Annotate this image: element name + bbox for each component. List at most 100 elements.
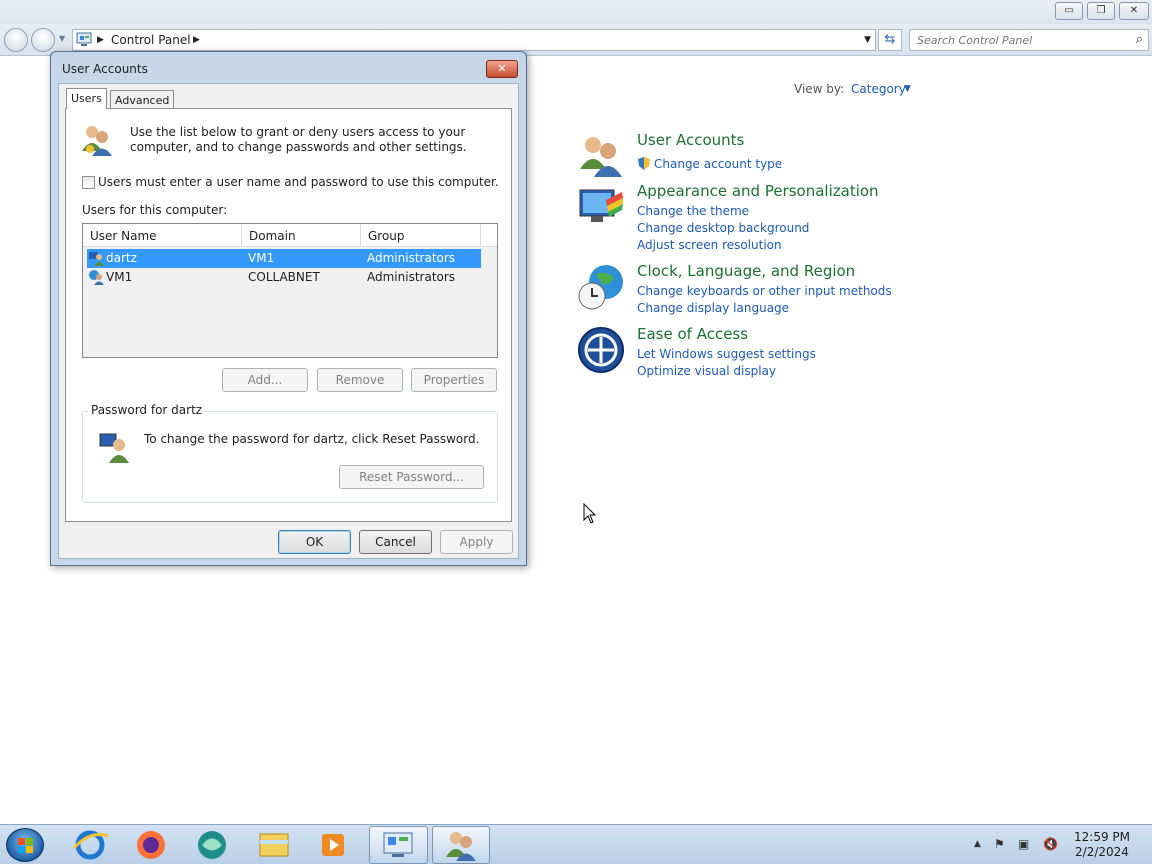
address-bar[interactable]: ▶ Control Panel ▶ ▼ bbox=[72, 29, 876, 51]
table-row[interactable]: VM1 COLLABNET Administrators bbox=[87, 268, 481, 287]
category-title[interactable]: User Accounts bbox=[637, 131, 744, 149]
title-bar: ▭ ❐ ✕ bbox=[0, 0, 1152, 24]
add-user-button[interactable]: Add... bbox=[222, 368, 308, 392]
properties-button[interactable]: Properties bbox=[411, 368, 497, 392]
volume-muted-icon[interactable]: 🔇 bbox=[1043, 837, 1058, 851]
firefox-icon bbox=[137, 831, 165, 859]
cell-group: Administrators bbox=[367, 270, 456, 284]
category-title[interactable]: Appearance and Personalization bbox=[637, 182, 879, 200]
breadcrumb-separator-icon: ▶ bbox=[97, 35, 104, 45]
users-list-label: Users for this computer: bbox=[82, 203, 228, 217]
cell-user-name: dartz bbox=[106, 251, 137, 265]
search-box[interactable]: ⌕ bbox=[909, 29, 1149, 51]
taskbar-firefox[interactable] bbox=[123, 826, 179, 864]
cell-domain: COLLABNET bbox=[248, 270, 320, 284]
cell-domain: VM1 bbox=[248, 251, 275, 265]
view-by-dropdown[interactable]: Category bbox=[851, 82, 906, 96]
dialog-title: User Accounts bbox=[62, 62, 148, 76]
taskbar-explorer[interactable] bbox=[246, 826, 302, 864]
ok-button[interactable]: OK bbox=[278, 530, 351, 554]
shield-icon bbox=[638, 157, 650, 170]
reset-password-button[interactable]: Reset Password... bbox=[339, 465, 484, 489]
action-center-flag-icon[interactable]: ⚑ bbox=[994, 837, 1005, 851]
user-accounts-icon bbox=[580, 137, 622, 177]
link-adjust-screen-resolution[interactable]: Adjust screen resolution bbox=[637, 238, 782, 252]
remove-user-button[interactable]: Remove bbox=[317, 368, 403, 392]
search-input[interactable] bbox=[910, 30, 1120, 50]
dialog-close-button[interactable]: ✕ bbox=[486, 60, 518, 78]
user-password-icon bbox=[99, 433, 129, 463]
user-accounts-icon bbox=[446, 832, 476, 861]
clock-time: 12:59 PM bbox=[1074, 830, 1130, 844]
taskbar-control-panel[interactable] bbox=[369, 826, 428, 864]
category-ease-of-access: Ease of Access Let Windows suggest setti… bbox=[576, 325, 976, 381]
breadcrumb-chevron-icon[interactable]: ▶ bbox=[193, 35, 200, 45]
appearance-icon bbox=[579, 189, 623, 222]
tab-advanced[interactable]: Advanced bbox=[110, 90, 175, 109]
domain-user-icon bbox=[89, 270, 104, 285]
view-by-label: View by: bbox=[794, 82, 845, 96]
user-accounts-dialog: User Accounts ✕ Users Advanced Use the l… bbox=[50, 51, 527, 566]
category-title[interactable]: Ease of Access bbox=[637, 325, 748, 343]
minimize-button[interactable]: ▭ bbox=[1055, 2, 1083, 20]
show-hidden-icons-icon[interactable]: ▲ bbox=[974, 839, 981, 849]
back-button[interactable] bbox=[4, 28, 28, 52]
forward-button[interactable] bbox=[31, 28, 55, 52]
user-icon bbox=[89, 252, 104, 266]
windows-logo-icon bbox=[18, 838, 33, 853]
password-group-title: Password for dartz bbox=[88, 403, 206, 417]
column-domain[interactable]: Domain bbox=[242, 224, 361, 247]
media-player-icon bbox=[322, 834, 344, 856]
address-dropdown-icon[interactable]: ▼ bbox=[864, 35, 871, 45]
taskbar-internet-explorer[interactable] bbox=[62, 826, 118, 864]
column-user-name[interactable]: User Name bbox=[83, 224, 242, 247]
tab-users[interactable]: Users bbox=[66, 88, 107, 109]
link-change-keyboards[interactable]: Change keyboards or other input methods bbox=[637, 284, 892, 298]
category-title[interactable]: Clock, Language, and Region bbox=[637, 262, 855, 280]
recent-pages-icon[interactable]: ▼ bbox=[59, 34, 65, 43]
apply-button[interactable]: Apply bbox=[440, 530, 513, 554]
taskbar-app[interactable] bbox=[184, 826, 240, 864]
password-instructions: To change the password for dartz, click … bbox=[144, 432, 480, 446]
table-row[interactable]: dartz VM1 Administrators bbox=[87, 249, 481, 268]
intro-text: Use the list below to grant or deny user… bbox=[130, 125, 467, 154]
category-clock-language-region: Clock, Language, and Region Change keybo… bbox=[576, 262, 976, 318]
network-icon[interactable]: ▣ bbox=[1018, 837, 1029, 851]
link-let-windows-suggest-settings[interactable]: Let Windows suggest settings bbox=[637, 347, 816, 361]
link-change-display-language[interactable]: Change display language bbox=[637, 301, 789, 315]
link-change-theme[interactable]: Change the theme bbox=[637, 204, 749, 218]
restore-button[interactable]: ❐ bbox=[1087, 2, 1115, 20]
internet-explorer-icon bbox=[72, 830, 109, 860]
list-header: User Name Domain Group bbox=[83, 224, 497, 247]
require-login-checkbox[interactable] bbox=[82, 176, 95, 189]
dialog-client-area: Users Advanced Use the list below to gra… bbox=[58, 83, 519, 559]
clock[interactable]: 12:59 PM 2/2/2024 bbox=[1062, 830, 1142, 860]
ease-of-access-icon bbox=[578, 327, 624, 373]
link-change-desktop-background[interactable]: Change desktop background bbox=[637, 221, 809, 235]
cancel-button[interactable]: Cancel bbox=[359, 530, 432, 554]
users-list[interactable]: User Name Domain Group dartz VM1 Adminis… bbox=[82, 223, 498, 358]
mouse-cursor-icon bbox=[583, 503, 597, 524]
control-panel-icon bbox=[76, 32, 92, 46]
taskbar-media-player[interactable] bbox=[306, 826, 362, 864]
taskbar-user-accounts[interactable] bbox=[432, 826, 490, 864]
cell-group: Administrators bbox=[367, 251, 456, 265]
folder-icon bbox=[259, 833, 289, 857]
chevron-down-icon[interactable]: ▼ bbox=[904, 84, 911, 94]
clock-globe-icon bbox=[578, 265, 623, 310]
column-group[interactable]: Group bbox=[361, 224, 481, 247]
taskbar: ▲ ⚑ ▣ 🔇 12:59 PM 2/2/2024 bbox=[0, 824, 1152, 864]
users-icon bbox=[82, 126, 112, 156]
close-window-button[interactable]: ✕ bbox=[1119, 2, 1149, 20]
users-tab-panel: Use the list below to grant or deny user… bbox=[65, 108, 512, 522]
cell-user-name: VM1 bbox=[106, 270, 133, 284]
refresh-button[interactable]: ⇆ bbox=[878, 29, 902, 51]
app-icon bbox=[198, 831, 226, 859]
require-login-label[interactable]: Users must enter a user name and passwor… bbox=[98, 175, 499, 189]
link-change-account-type[interactable]: Change account type bbox=[654, 157, 782, 171]
category-user-accounts: User Accounts Change account type bbox=[576, 131, 976, 179]
start-button[interactable] bbox=[6, 828, 44, 862]
search-icon[interactable]: ⌕ bbox=[1136, 32, 1143, 47]
breadcrumb-control-panel[interactable]: Control Panel bbox=[111, 33, 191, 47]
link-optimize-visual-display[interactable]: Optimize visual display bbox=[637, 364, 776, 378]
